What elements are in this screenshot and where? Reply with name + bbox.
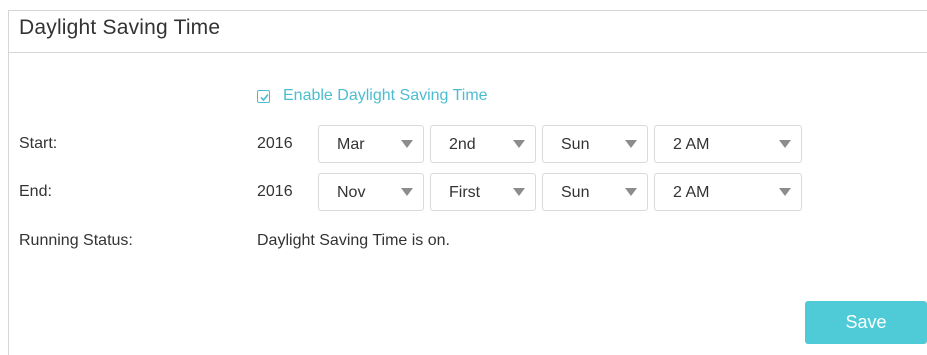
- start-label: Start:: [19, 135, 58, 152]
- end-year: 2016: [257, 183, 293, 200]
- chevron-down-icon: [513, 140, 525, 148]
- start-year: 2016: [257, 135, 293, 152]
- enable-dst-label[interactable]: Enable Daylight Saving Time: [283, 87, 488, 105]
- checkmark-icon: [260, 93, 269, 101]
- start-month-value: Mar: [337, 136, 365, 153]
- end-week-select[interactable]: First: [430, 173, 536, 211]
- page-title: Daylight Saving Time: [19, 16, 221, 39]
- enable-dst-checkbox[interactable]: [257, 89, 270, 103]
- start-week-select[interactable]: 2nd: [430, 125, 536, 163]
- chevron-down-icon: [401, 188, 413, 196]
- end-day-value: Sun: [561, 184, 590, 201]
- end-month-value: Nov: [337, 184, 366, 201]
- start-week-value: 2nd: [449, 136, 476, 153]
- start-time-select[interactable]: 2 AM: [654, 125, 802, 163]
- start-month-select[interactable]: Mar: [318, 125, 424, 163]
- start-day-value: Sun: [561, 136, 590, 153]
- chevron-down-icon: [779, 188, 791, 196]
- chevron-down-icon: [513, 188, 525, 196]
- end-day-select[interactable]: Sun: [542, 173, 648, 211]
- enable-dst-checkbox-row[interactable]: Enable Daylight Saving Time: [257, 86, 488, 106]
- chevron-down-icon: [779, 140, 791, 148]
- chevron-down-icon: [401, 140, 413, 148]
- start-time-value: 2 AM: [673, 136, 710, 153]
- title-divider: [9, 52, 927, 53]
- chevron-down-icon: [625, 188, 637, 196]
- end-time-select[interactable]: 2 AM: [654, 173, 802, 211]
- end-week-value: First: [449, 184, 481, 201]
- end-month-select[interactable]: Nov: [318, 173, 424, 211]
- end-label: End:: [19, 183, 52, 200]
- end-time-value: 2 AM: [673, 184, 710, 201]
- running-status-value: Daylight Saving Time is on.: [257, 232, 450, 249]
- save-button[interactable]: Save: [805, 301, 927, 344]
- chevron-down-icon: [625, 140, 637, 148]
- start-day-select[interactable]: Sun: [542, 125, 648, 163]
- running-status-label: Running Status:: [19, 232, 133, 249]
